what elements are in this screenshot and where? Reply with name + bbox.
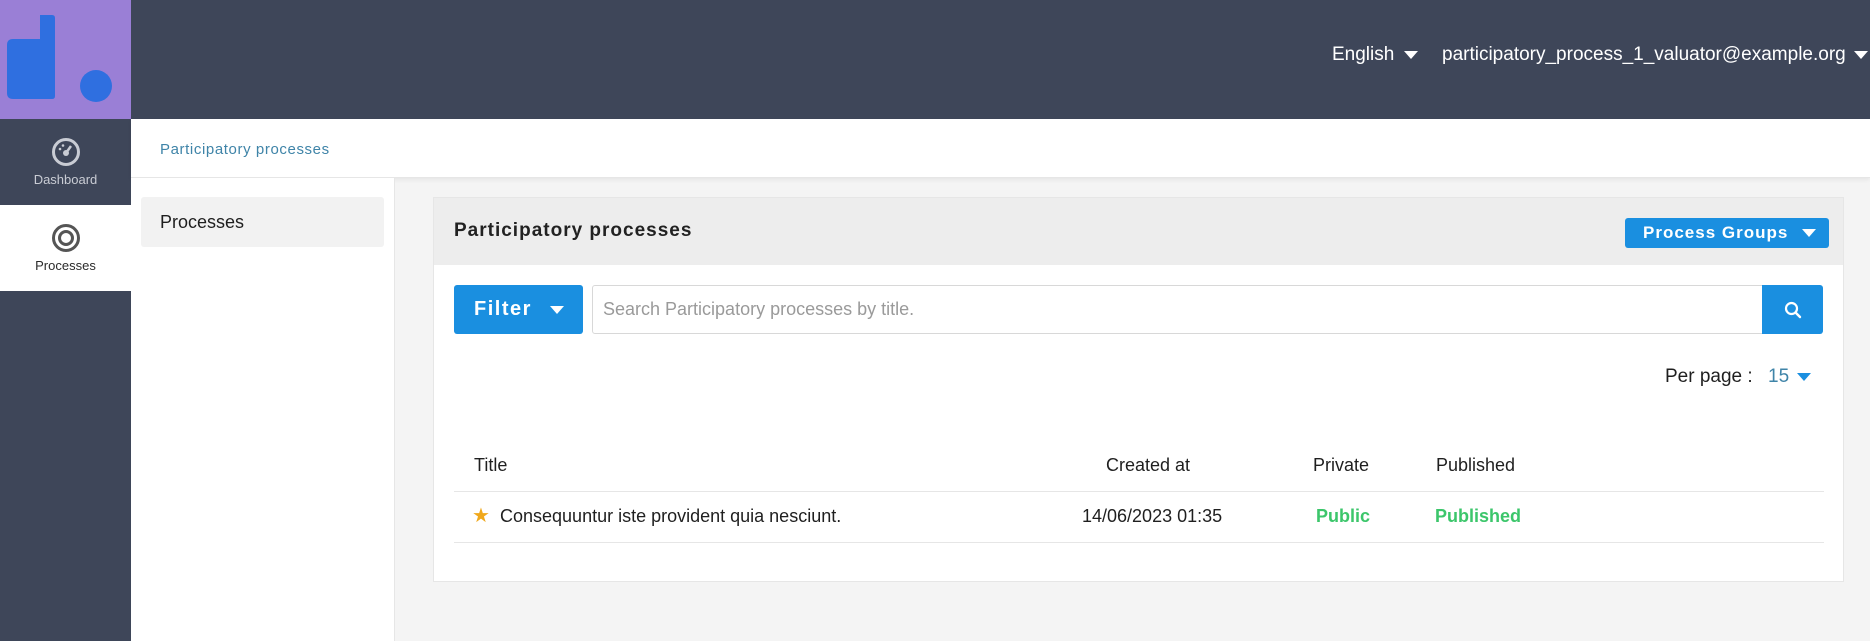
chevron-down-icon [1797,373,1812,381]
chevron-down-icon [1404,51,1419,59]
sidebar-item-label: Dashboard [33,172,98,187]
process-title-link[interactable]: Consequuntur iste provident quia nesciun… [500,506,841,527]
process-groups-button[interactable]: Process Groups [1625,218,1829,248]
language-label: English [1332,44,1395,65]
star-icon: ★ [472,505,490,527]
chevron-down-icon [549,305,564,314]
filter-label: Filter [474,298,532,320]
user-menu[interactable]: participatory_process_1_valuator@example… [1442,44,1868,66]
breadcrumb: Participatory processes [131,119,1870,178]
breadcrumb-link[interactable]: Participatory processes [160,141,330,158]
page-title: Participatory processes [454,220,693,241]
top-bar: English participatory_process_1_valuator… [0,0,1870,119]
sidebar-item-dashboard[interactable]: Dashboard [0,119,131,205]
created-at-value: 14/06/2023 01:35 [1082,506,1223,526]
subnav-item-processes[interactable]: Processes [141,197,384,247]
logo-dot [80,70,112,102]
published-status: Published [1435,506,1522,526]
user-email: participatory_process_1_valuator@example… [1442,44,1846,65]
table-header: Title Created at Private Published [454,438,1824,492]
card-header: Participatory processes Process Groups [434,198,1843,265]
column-header-created-at[interactable]: Created at [1106,455,1190,476]
sidebar-item-processes[interactable]: Processes [0,205,131,291]
search-input[interactable] [592,285,1766,334]
logo[interactable] [0,0,131,119]
private-status: Public [1316,506,1371,526]
chevron-down-icon [1802,229,1817,237]
logo-icon [7,15,55,99]
processes-card: Participatory processes Process Groups F… [433,197,1844,582]
per-page-value: 15 [1768,366,1790,387]
search-icon [1784,301,1801,318]
dashboard-icon [51,138,80,166]
sidebar: Dashboard Processes [0,119,131,641]
filter-button[interactable]: Filter [454,285,583,334]
table-row: ★ Consequuntur iste provident quia nesci… [454,492,1824,543]
language-selector[interactable]: English [1332,44,1419,66]
target-icon [51,224,80,252]
column-header-published[interactable]: Published [1436,455,1515,476]
sidebar-item-label: Processes [35,258,96,273]
column-header-title[interactable]: Title [474,455,507,476]
column-header-private[interactable]: Private [1313,455,1369,476]
per-page-label: Per page : [1665,366,1753,387]
process-groups-label: Process Groups [1643,223,1789,242]
per-page-selector[interactable]: 15 [1768,366,1812,388]
search-button[interactable] [1762,285,1823,334]
secondary-nav: Processes [131,178,395,641]
chevron-down-icon [1853,51,1868,59]
